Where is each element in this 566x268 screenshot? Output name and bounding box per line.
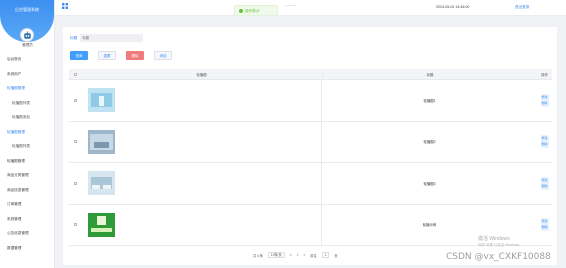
select-all-cell: [69, 72, 81, 76]
carousel-table: 轮播图 标题 操作 轮播图1 修改 删除 轮播图2 修改 删除 轮播图3 修改 …: [69, 69, 552, 246]
main-panel: 标题 查询 重置 删除 添加 轮播图 标题 操作 轮播图1 修: [63, 27, 557, 265]
toast-message: 操作成功!: [245, 9, 260, 13]
row-title: 轮播图2: [423, 140, 436, 145]
sidebar-item-group-5[interactable]: 系统管理: [0, 212, 55, 227]
sidebar-item-carousel-list-2[interactable]: 轮播图列表: [0, 139, 55, 154]
sidebar-item-group-4[interactable]: 订单管理: [0, 197, 55, 212]
page-number[interactable]: 1: [297, 253, 299, 257]
row-op-group: 修改 删除: [540, 93, 549, 107]
success-toast: 操作成功!: [234, 5, 278, 16]
row-check-cell: [69, 181, 81, 185]
delete-button[interactable]: 删除: [126, 51, 144, 60]
header-op: 操作: [541, 72, 548, 77]
row-checkbox[interactable]: [73, 140, 77, 144]
sidebar-item-group-2[interactable]: 商品分类管理: [0, 168, 55, 183]
carousel-thumbnail[interactable]: [88, 171, 115, 196]
add-button[interactable]: 添加: [154, 51, 172, 60]
row-ops: 修改 删除: [537, 135, 552, 149]
search-label: 标题: [70, 35, 78, 40]
edit-link[interactable]: 修改: [541, 220, 547, 223]
prev-page-button[interactable]: <: [290, 253, 292, 257]
sidebar-item-carousel[interactable]: 轮播图管理: [0, 81, 55, 96]
brand-title: 后台管理系统: [15, 7, 39, 12]
sidebar-item-home[interactable]: 后台首页: [0, 52, 55, 67]
header-image: 轮播图: [196, 72, 207, 77]
user-label: 管理员: [22, 43, 33, 47]
csdn-watermark: CSDN @vx_CXKF10088: [446, 252, 551, 262]
action-buttons: 查询 重置 删除 添加: [70, 51, 172, 60]
row-image-cell: [81, 121, 322, 162]
goto-label: 前往: [310, 253, 317, 258]
del-link[interactable]: 删除: [541, 143, 547, 146]
del-link[interactable]: 删除: [541, 184, 547, 188]
row-ops: 修改 删除: [537, 218, 552, 232]
pagination: 共 4 条 10条/页 < 1 > 前往 1 页: [253, 252, 338, 258]
goto-unit: 页: [334, 253, 338, 258]
goto-page-input[interactable]: 1: [321, 252, 330, 258]
table-header: 轮播图 标题 操作: [69, 69, 552, 80]
robot-avatar-icon: [23, 30, 31, 39]
row-checkbox[interactable]: [73, 181, 77, 185]
row-title: 轮播示例: [422, 223, 437, 228]
pager-total: 共 4 条: [253, 253, 263, 258]
logout-link[interactable]: 退出登录: [515, 5, 529, 10]
sidebar-item-carousel-list[interactable]: 轮播图列表: [0, 96, 55, 111]
windows-activation-watermark: 激活 Windows 转到"设置"以激活 Windows。: [478, 236, 522, 248]
row-image-cell: [81, 80, 322, 121]
del-link[interactable]: 删除: [541, 101, 547, 105]
row-op-group: 修改 删除: [540, 218, 549, 232]
row-title: 轮播图3: [423, 181, 436, 186]
row-checkbox[interactable]: [73, 223, 77, 227]
search-button[interactable]: 查询: [70, 51, 88, 60]
sidebar-item-group-7[interactable]: 数据管理: [0, 241, 55, 256]
edit-link[interactable]: 修改: [541, 95, 547, 99]
search-row: 标题: [70, 34, 144, 42]
header-title[interactable]: 标题: [322, 71, 537, 77]
carousel-thumbnail[interactable]: [88, 129, 115, 154]
row-check-cell: [69, 98, 81, 102]
row-op-group: 修改 删除: [540, 135, 549, 149]
datetime-display: 2024-05-04 14:46:00: [436, 5, 470, 9]
sidebar-item-carousel-add[interactable]: 轮播图添加: [0, 110, 55, 125]
row-image-cell: [81, 163, 322, 204]
edit-link[interactable]: 修改: [541, 178, 547, 182]
row-image-cell: [81, 204, 322, 245]
next-page-button[interactable]: >: [303, 253, 305, 257]
check-icon: [239, 8, 243, 13]
table-row: 轮播图1 修改 删除: [69, 80, 552, 122]
sidebar: 后台管理系统 管理员 后台首页 系统用户 轮播图管理 轮播图列表 轮播图添加 轮…: [0, 0, 55, 268]
sidebar-item-group-6[interactable]: 公告信息管理: [0, 226, 55, 241]
carousel-thumbnail[interactable]: [88, 212, 115, 237]
search-input[interactable]: [80, 34, 144, 42]
sidebar-menu: 后台首页 系统用户 轮播图管理 轮播图列表 轮播图添加 轮播图管理 轮播图列表 …: [0, 52, 55, 255]
sidebar-item-group-3[interactable]: 商品信息管理: [0, 183, 55, 198]
sidebar-item-users[interactable]: 系统用户: [0, 67, 55, 82]
page-size-select[interactable]: 10条/页: [267, 252, 285, 258]
watermark-sub: 转到"设置"以激活 Windows。: [478, 243, 523, 247]
sidebar-item-group-1[interactable]: 轮播图管理: [0, 154, 55, 169]
row-title: 轮播图1: [423, 98, 436, 103]
top-bar: - - - - - 2024-05-04 14:46:00 退出登录: [55, 0, 566, 16]
table-row: 轮播图2 修改 删除: [69, 121, 552, 163]
row-ops: 修改 删除: [537, 176, 552, 190]
row-op-group: 修改 删除: [540, 176, 549, 190]
edit-link[interactable]: 修改: [541, 137, 547, 140]
reset-button[interactable]: 重置: [98, 51, 116, 60]
row-check-cell: [69, 223, 81, 227]
del-link[interactable]: 删除: [541, 226, 547, 229]
row-checkbox[interactable]: [73, 98, 77, 102]
select-all-checkbox[interactable]: [73, 72, 77, 76]
table-row: 轮播图3 修改 删除: [69, 163, 552, 205]
top-title-tail: - - - - -: [285, 2, 297, 7]
sidebar-item-carousel-2[interactable]: 轮播图管理: [0, 125, 55, 140]
row-check-cell: [69, 140, 81, 144]
grid-menu-icon[interactable]: [62, 3, 68, 9]
carousel-thumbnail[interactable]: [88, 88, 115, 113]
row-ops: 修改 删除: [537, 93, 552, 107]
avatar[interactable]: [20, 28, 34, 42]
